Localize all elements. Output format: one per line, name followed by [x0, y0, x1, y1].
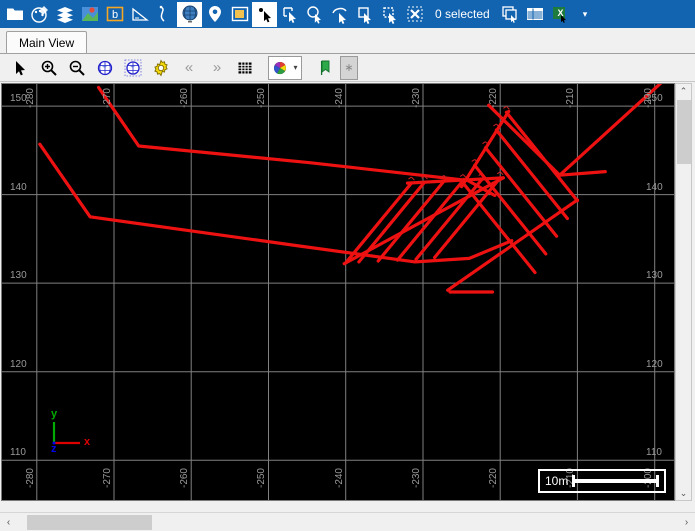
step-back-glyph: «: [184, 59, 194, 76]
x-tick-top-2: -260: [179, 88, 191, 109]
ribbon-overflow-caret[interactable]: ▾: [573, 9, 598, 20]
globe-icon[interactable]: [177, 1, 202, 27]
globe-fit-icon[interactable]: [120, 56, 146, 80]
x-tick-bottom-4: -240: [333, 468, 345, 489]
step-back-icon[interactable]: «: [176, 56, 202, 80]
pointer-tool-icon[interactable]: [8, 56, 34, 80]
scroll-left-arrow[interactable]: ‹: [0, 517, 17, 528]
view-toolbar: « » ▾ ∗: [0, 54, 695, 82]
palette-icon[interactable]: [27, 2, 52, 27]
window-icon[interactable]: [227, 2, 252, 27]
vertical-scrollbar[interactable]: ⌃ ⌄: [675, 83, 692, 501]
table-view-icon[interactable]: [523, 2, 548, 27]
x-tick-bottom-0: -280: [24, 468, 36, 489]
y-tick-left-3: 120: [10, 358, 27, 370]
series-upper-ground-surface: [97, 85, 497, 198]
canvas-area: -280 -270 -260 -250 -240 -230 -220 -210 -200 -280…: [0, 82, 695, 512]
scroll-down-arrow[interactable]: ⌄: [680, 486, 688, 500]
grid-toggle-icon[interactable]: [232, 56, 258, 80]
star-button-disabled: ∗: [340, 55, 358, 80]
nail-row-3: [376, 179, 446, 263]
y-tick-right-4: 110: [646, 447, 662, 459]
step-forward-icon[interactable]: »: [204, 56, 230, 80]
copy-selection-icon[interactable]: [498, 2, 523, 27]
chevron-down-icon[interactable]: ▾: [293, 63, 297, 72]
y-tick-right-0: 150: [646, 93, 663, 105]
x-tick-top-5: -230: [410, 88, 422, 109]
svg-text:X: X: [558, 8, 564, 18]
anchor-upper-tie-line: [460, 109, 511, 189]
section-icon[interactable]: [127, 2, 152, 27]
scale-bar: 10m: [538, 469, 666, 493]
export-excel-icon[interactable]: X: [548, 2, 573, 27]
scale-bar-label: 10m: [545, 474, 569, 488]
horizontal-scrollbar[interactable]: ‹ ›: [0, 513, 695, 531]
pin-icon[interactable]: [202, 2, 227, 27]
selection-count-label: 0 selected: [435, 7, 490, 21]
globe-view-icon[interactable]: [92, 56, 118, 80]
anchor-row-1-annotation: [503, 105, 510, 110]
x-tick-top-6: -220: [488, 88, 500, 109]
select-rect-icon[interactable]: [277, 2, 302, 27]
borehole-icon[interactable]: b: [102, 2, 127, 27]
y-tick-right-3: 120: [646, 358, 663, 370]
settings-gear-icon[interactable]: [148, 56, 174, 80]
y-tick-right-1: 140: [646, 181, 663, 193]
triad-x-label: x: [84, 436, 91, 448]
nail-row-4-annotation: [459, 174, 467, 178]
triad-z-label: z: [51, 443, 57, 455]
curve-icon[interactable]: [152, 2, 177, 27]
plot-canvas[interactable]: -280 -270 -260 -250 -240 -230 -220 -210 -200 -280…: [1, 83, 675, 501]
scale-bar-ruler: [572, 475, 659, 487]
series-wall-line-right: [558, 170, 607, 177]
zoom-in-icon[interactable]: [36, 56, 62, 80]
scroll-right-arrow[interactable]: ›: [678, 517, 695, 528]
nail-row-1-annotation: [408, 176, 415, 181]
vertical-scroll-thumb[interactable]: [677, 100, 691, 164]
x-tick-bottom-5: -230: [410, 468, 422, 489]
series-lower-ground-surface: [38, 142, 514, 264]
x-tick-top-3: -250: [256, 88, 268, 109]
x-tick-top-1: -270: [102, 88, 113, 109]
select-polygon-icon[interactable]: [377, 2, 402, 27]
x-tick-bottom-3: -250: [256, 468, 268, 489]
y-tick-left-4: 110: [10, 447, 26, 459]
horizontal-scroll-thumb[interactable]: [27, 514, 152, 530]
select-box-icon[interactable]: [352, 2, 377, 27]
horizontal-scrollbar-row: ‹ ›: [0, 512, 695, 531]
y-tick-left-1: 140: [10, 181, 27, 193]
select-lasso-icon[interactable]: [327, 2, 352, 27]
tab-main-view-label: Main View: [19, 35, 75, 50]
select-point-icon[interactable]: [252, 1, 277, 27]
x-tick-top-4: -240: [333, 88, 345, 109]
select-circle-icon[interactable]: [302, 2, 327, 27]
color-palette-dropdown[interactable]: ▾: [268, 55, 302, 80]
star-glyph: ∗: [344, 62, 354, 74]
map-icon[interactable]: [77, 2, 102, 27]
x-tick-top-7: -210: [565, 88, 577, 109]
application-window: b 0 selected X ▾ Main View « » ▾ ∗ -280 …: [0, 0, 695, 531]
x-tick-bottom-1: -270: [102, 468, 113, 489]
x-tick-bottom-6: -220: [488, 468, 500, 489]
open-folder-icon[interactable]: [2, 2, 27, 27]
clear-selection-icon[interactable]: [402, 2, 427, 27]
nail-row-4: [395, 178, 465, 262]
axis-orientation-triad: y x z: [44, 408, 104, 458]
bookmark-icon[interactable]: [312, 56, 338, 80]
zoom-out-icon[interactable]: [64, 56, 90, 80]
y-tick-right-2: 130: [646, 270, 663, 282]
triad-y-label: y: [51, 408, 58, 420]
main-ribbon-toolbar: b 0 selected X ▾: [0, 0, 695, 28]
layers-icon[interactable]: [52, 2, 77, 27]
y-tick-left-0: 150: [10, 93, 27, 105]
view-tab-strip: Main View: [0, 28, 695, 54]
step-forward-glyph: »: [212, 59, 222, 76]
tab-main-view[interactable]: Main View: [6, 31, 88, 53]
svg-text:b: b: [111, 9, 117, 21]
y-tick-left-2: 130: [10, 270, 27, 282]
scroll-up-arrow[interactable]: ⌃: [680, 84, 688, 98]
x-tick-bottom-2: -260: [179, 468, 191, 489]
